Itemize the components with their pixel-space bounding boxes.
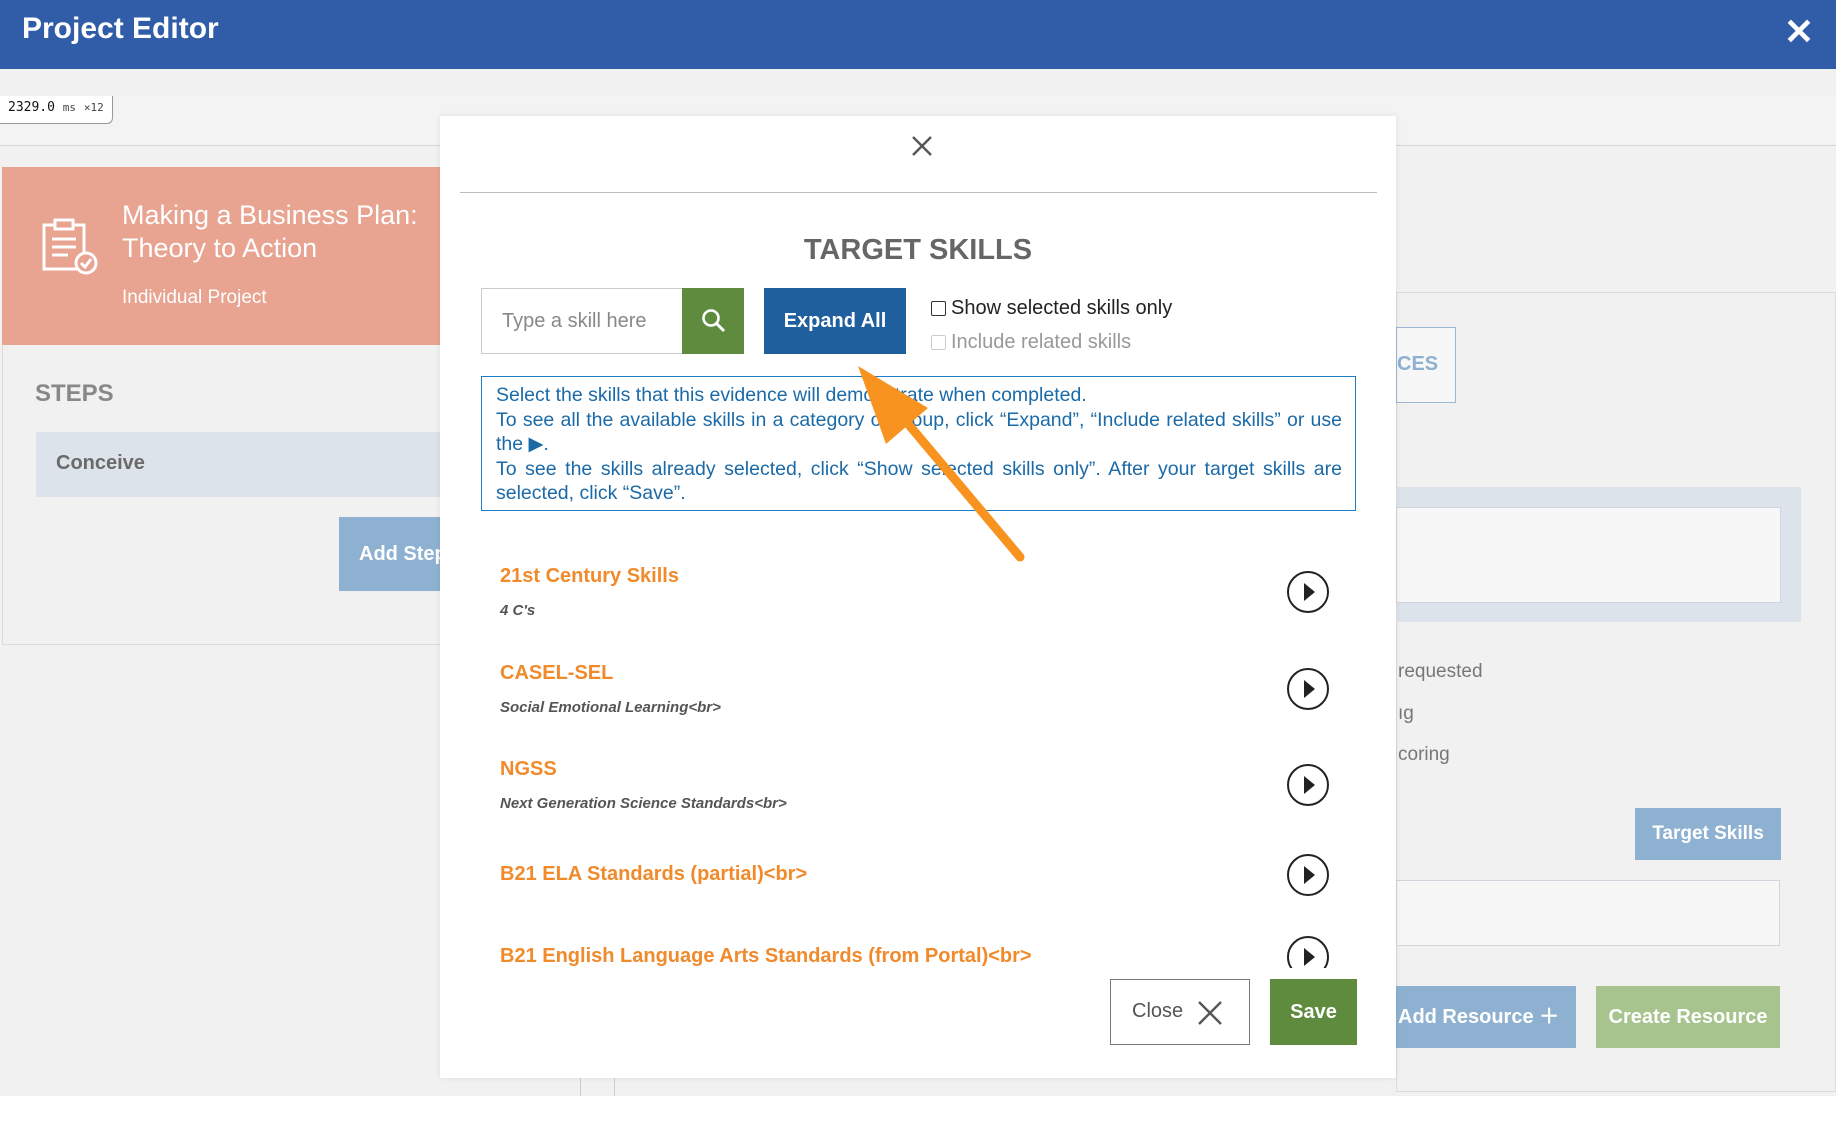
skill-group-desc: 4 C's: [500, 602, 536, 619]
expand-all-button[interactable]: Expand All: [764, 288, 906, 354]
skill-group[interactable]: 21st Century Skills 4 C's: [500, 565, 679, 619]
skill-group-desc: Next Generation Science Standards<br>: [500, 795, 787, 812]
search-icon: [702, 309, 726, 333]
close-button[interactable]: Close: [1110, 979, 1250, 1045]
clipboard-check-icon: [42, 218, 98, 275]
perf-unit: ms: [62, 101, 77, 114]
details-box: [1396, 487, 1801, 622]
save-button[interactable]: Save: [1270, 979, 1357, 1045]
close-icon[interactable]: [910, 134, 934, 158]
app-header: Project Editor ✕: [0, 0, 1836, 69]
close-icon: [1198, 1001, 1222, 1025]
details-panel: [1396, 292, 1836, 1092]
include-related-checkbox: Include related skills: [931, 331, 1131, 354]
checkbox-box[interactable]: [931, 301, 946, 316]
skill-group-name[interactable]: CASEL-SEL: [500, 662, 721, 685]
modal-divider: [460, 192, 1377, 193]
target-skills-button[interactable]: Target Skills: [1635, 808, 1781, 860]
skill-search-input[interactable]: [481, 288, 683, 354]
close-button-label: Close: [1132, 1000, 1184, 1022]
perf-value: 2329.0: [8, 100, 55, 115]
plus-icon: ＋: [1539, 1006, 1560, 1028]
instructions-box: Select the skills that this evidence wil…: [481, 376, 1356, 511]
perf-counter: 2329.0 ms ×12: [0, 96, 113, 124]
include-related-label: Include related skills: [951, 331, 1132, 353]
expand-play-icon[interactable]: [1287, 936, 1329, 968]
search-button[interactable]: [682, 288, 744, 354]
skill-group[interactable]: B21 English Language Arts Standards (fro…: [500, 945, 1032, 968]
instruction-line: To see all the available skills in a cat…: [496, 408, 1342, 456]
project-type: Individual Project: [122, 287, 267, 308]
instruction-line: Select the skills that this evidence wil…: [496, 384, 1087, 406]
skill-group[interactable]: NGSS Next Generation Science Standards<b…: [500, 758, 787, 812]
steps-heading: STEPS: [35, 380, 114, 407]
project-card: Making a Business Plan: Theory to Action…: [2, 167, 447, 345]
skill-group-name[interactable]: B21 English Language Arts Standards (fro…: [500, 945, 1032, 968]
instruction-line: To see the skills already selected, clic…: [496, 457, 1342, 505]
skill-group-name[interactable]: B21 ELA Standards (partial)<br>: [500, 863, 807, 886]
show-selected-label: Show selected skills only: [951, 297, 1173, 319]
skill-group[interactable]: B21 ELA Standards (partial)<br>: [500, 863, 807, 886]
skill-group-desc: Social Emotional Learning<br>: [500, 699, 721, 716]
footer-strip: [0, 1096, 1836, 1124]
add-resource-button[interactable]: Add Resource ＋: [1396, 986, 1576, 1048]
app-title: Project Editor: [22, 12, 219, 45]
modal-title: TARGET SKILLS: [803, 234, 1033, 266]
show-selected-checkbox[interactable]: Show selected skills only: [931, 297, 1172, 320]
close-icon[interactable]: ✕: [1784, 14, 1814, 50]
tab-resources[interactable]: CES: [1396, 327, 1456, 403]
skills-list: 21st Century Skills 4 C's CASEL-SEL Soci…: [440, 540, 1396, 968]
option-scoring: coring: [1398, 744, 1450, 765]
perf-count: ×12: [83, 101, 104, 114]
skill-group-name[interactable]: NGSS: [500, 758, 787, 781]
checkbox-box: [931, 335, 946, 350]
skill-group-name[interactable]: 21st Century Skills: [500, 565, 679, 588]
skills-field: [1396, 880, 1780, 946]
expand-play-icon[interactable]: [1287, 854, 1329, 896]
expand-play-icon[interactable]: [1287, 764, 1329, 806]
create-resource-button[interactable]: Create Resource: [1596, 986, 1780, 1048]
add-resource-label: Add Resource: [1398, 1006, 1534, 1028]
project-title: Making a Business Plan: Theory to Action: [122, 200, 418, 263]
option-requested: requested: [1398, 661, 1483, 682]
add-step-button[interactable]: Add Step: [339, 517, 447, 591]
expand-play-icon[interactable]: [1287, 668, 1329, 710]
skill-group[interactable]: CASEL-SEL Social Emotional Learning<br>: [500, 662, 721, 716]
step-item-conceive[interactable]: Conceive: [36, 432, 447, 497]
option-partial-1: ıg: [1398, 703, 1414, 724]
expand-play-icon[interactable]: [1287, 571, 1329, 613]
